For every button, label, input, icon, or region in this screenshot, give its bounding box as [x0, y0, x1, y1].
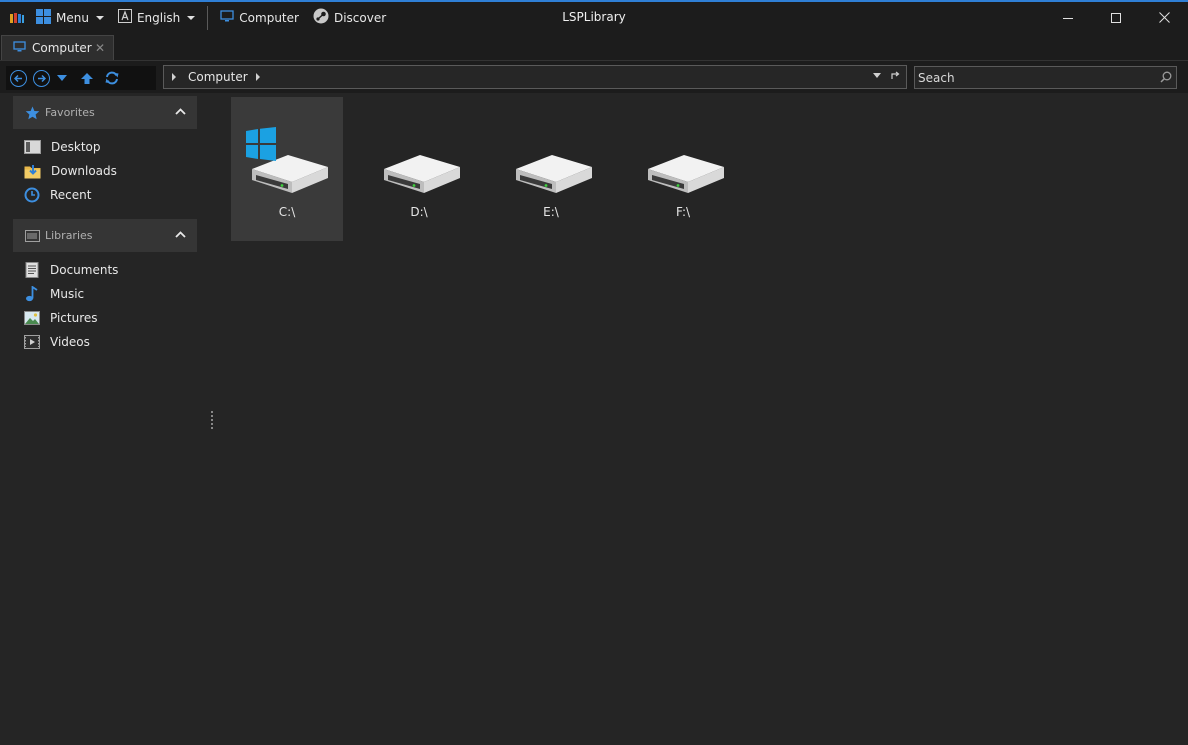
document-icon [25, 262, 39, 278]
star-icon [25, 106, 40, 119]
search-input[interactable] [915, 67, 1145, 88]
monitor-icon [220, 9, 234, 26]
drive-label: D:\ [410, 205, 428, 219]
arrow-right-icon [38, 74, 46, 82]
computer-label: Computer [239, 10, 299, 25]
libraries-title: Libraries [45, 229, 93, 242]
sidebar-item-label: Documents [50, 263, 119, 277]
favorites-header[interactable]: Favorites [13, 96, 197, 129]
drive-label: E:\ [543, 205, 559, 219]
hard-drive-icon [516, 155, 592, 193]
hard-drive-icon [648, 155, 724, 193]
address-bar[interactable]: Computer [163, 65, 907, 89]
chevron-down-icon [57, 75, 67, 81]
hard-drive-icon [384, 155, 460, 193]
music-note-icon [26, 286, 38, 302]
arrow-up-icon [81, 72, 93, 84]
close-icon [1158, 12, 1170, 23]
sidebar-item-label: Downloads [51, 164, 117, 178]
sidebar-item-label: Recent [50, 188, 92, 202]
tab-label: Computer [32, 41, 92, 55]
arrow-left-icon [14, 74, 22, 82]
address-dropdown-button[interactable] [873, 73, 881, 78]
chevron-down-icon [873, 73, 881, 78]
search-icon[interactable] [1160, 71, 1172, 86]
chevron-down-icon [95, 15, 104, 20]
sidebar-item-recent[interactable]: Recent [24, 184, 91, 206]
sidebar-item-documents[interactable]: Documents [24, 259, 118, 281]
clock-icon [24, 187, 40, 203]
favorites-title: Favorites [45, 106, 95, 119]
monitor-icon [13, 40, 26, 56]
drive-e[interactable]: E:\ [495, 97, 607, 241]
language-label: English [136, 10, 181, 25]
desktop-icon [24, 140, 41, 154]
picture-icon [24, 311, 40, 325]
minimize-button[interactable] [1044, 2, 1092, 33]
app-logo-icon [5, 11, 29, 25]
library-icon [25, 229, 40, 242]
chevron-up-icon[interactable] [175, 231, 186, 238]
sidebar-item-pictures[interactable]: Pictures [24, 307, 98, 329]
close-button[interactable] [1140, 2, 1188, 33]
computer-button[interactable]: Computer [213, 2, 306, 33]
menu-button[interactable]: Menu [29, 2, 111, 33]
drive-list: C:\ D:\ E:\ F:\ [219, 93, 1188, 745]
refresh-icon [105, 71, 119, 85]
maximize-button[interactable] [1092, 2, 1140, 33]
sidebar-item-desktop[interactable]: Desktop [24, 136, 101, 158]
drive-d[interactable]: D:\ [363, 97, 475, 241]
drive-f[interactable]: F:\ [627, 97, 739, 241]
chevron-right-icon[interactable] [255, 73, 260, 81]
sidebar: Favorites Desktop Downloads Recent Libra… [0, 93, 203, 745]
libraries-header[interactable]: Libraries [13, 219, 197, 252]
sidebar-item-label: Pictures [50, 311, 98, 325]
history-dropdown-button[interactable] [56, 74, 68, 82]
refresh-button[interactable] [104, 71, 120, 85]
discover-button[interactable]: Discover [306, 2, 393, 33]
forward-button[interactable] [33, 69, 50, 87]
system-hard-drive-icon [246, 127, 328, 193]
sidebar-item-downloads[interactable]: Downloads [24, 160, 117, 182]
steam-icon [313, 8, 329, 27]
maximize-icon [1111, 12, 1121, 23]
sidebar-item-label: Videos [50, 335, 90, 349]
video-icon [24, 335, 40, 349]
toolbar-divider [207, 5, 209, 30]
back-button[interactable] [10, 69, 27, 87]
nav-button-group [6, 66, 156, 90]
discover-label: Discover [333, 10, 387, 25]
sidebar-item-videos[interactable]: Videos [24, 331, 90, 353]
drive-label: C:\ [278, 205, 296, 219]
sidebar-item-label: Music [50, 287, 85, 301]
chevron-right-icon[interactable] [172, 73, 176, 81]
menu-label: Menu [56, 10, 89, 25]
drive-label: F:\ [675, 205, 691, 219]
tab-computer[interactable]: Computer ✕ [1, 35, 114, 60]
drive-c[interactable]: C:\ [231, 97, 343, 241]
title-bar: Menu English Computer Discover LSPLibrar… [0, 0, 1188, 33]
up-button[interactable] [80, 72, 94, 85]
minimize-icon [1063, 17, 1073, 19]
sidebar-item-label: Desktop [51, 140, 101, 154]
go-arrow-icon [891, 71, 900, 79]
navigation-bar: Computer [0, 60, 1188, 93]
breadcrumb-computer[interactable]: Computer [188, 70, 248, 84]
downloads-folder-icon [24, 164, 41, 178]
sidebar-item-music[interactable]: Music [24, 283, 84, 305]
chevron-up-icon[interactable] [175, 108, 186, 115]
chevron-down-icon [187, 15, 196, 20]
language-button[interactable]: English [111, 2, 202, 33]
go-button[interactable] [891, 71, 900, 80]
language-icon [117, 9, 132, 26]
windows-icon [36, 8, 51, 27]
search-box [914, 66, 1177, 89]
tab-strip: Computer ✕ [0, 33, 1188, 60]
sidebar-resize-handle[interactable] [211, 411, 213, 429]
tab-close-icon[interactable]: ✕ [95, 41, 105, 55]
